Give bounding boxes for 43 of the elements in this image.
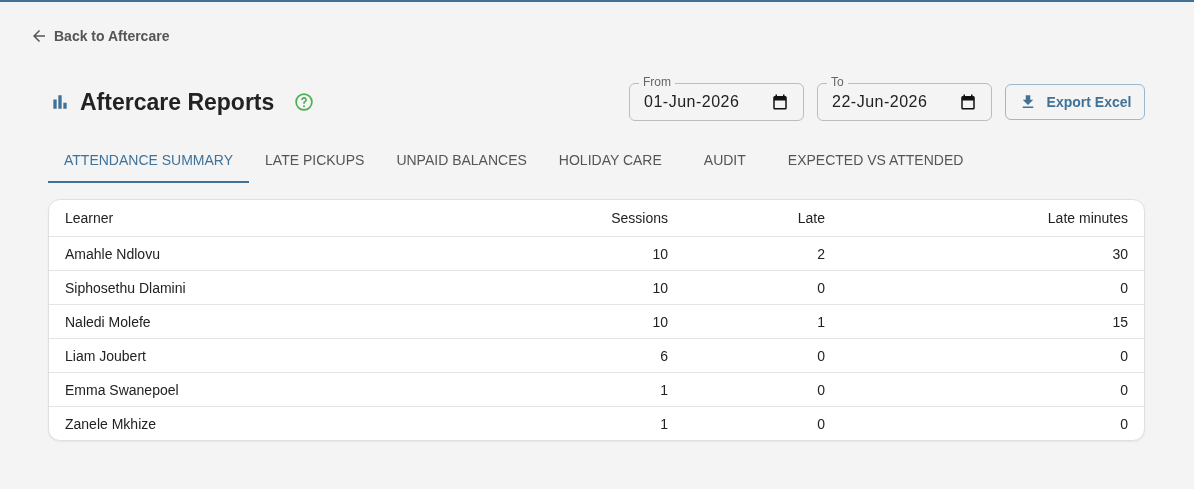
table-cell-text: Liam Joubert	[65, 347, 147, 364]
table-cell-text: 0	[1119, 347, 1128, 364]
calendar-icon	[959, 93, 977, 111]
table-cell-text: 10	[651, 313, 668, 330]
table-cell-text: Emma Swanepoel	[65, 381, 180, 398]
column-header: Late minutes	[1046, 210, 1128, 226]
column-header: Sessions	[610, 210, 668, 226]
field-label: From	[639, 75, 675, 89]
table-cell-text: Naledi Molefe	[65, 313, 152, 330]
table-cell-text: 15	[1111, 313, 1128, 330]
tab[interactable]: AUDIT	[687, 141, 762, 183]
table-cell-text: 6	[659, 347, 668, 364]
tab[interactable]: ATTENDANCE SUMMARY	[48, 141, 250, 183]
table-cell-text: 0	[816, 347, 825, 364]
table-cell-text: 1	[816, 313, 825, 330]
table-cell-text: Zanele Mkhize	[65, 415, 158, 432]
table-cell-text: 0	[816, 279, 825, 296]
bar-chart-icon	[50, 92, 70, 112]
tab[interactable]: EXPECTED VS ATTENDED	[771, 141, 980, 183]
back-link[interactable]: Back to Aftercare	[30, 27, 170, 45]
field-label: To	[827, 75, 848, 89]
table-cell-text: 1	[659, 415, 668, 432]
table-cell-text: 10	[651, 279, 668, 296]
table-cell-text: 30	[1111, 245, 1128, 262]
table-cell-text: 2	[816, 245, 825, 262]
table-cell-text: 1	[659, 381, 668, 398]
table-cell-text: 0	[816, 415, 825, 432]
table-cell-text: Amahle Ndlovu	[65, 245, 161, 262]
page-title: Aftercare Reports	[80, 88, 275, 116]
table-cell-text: 0	[1119, 415, 1128, 432]
column-header: Learner	[65, 210, 115, 226]
tab[interactable]: HOLIDAY CARE	[542, 141, 678, 183]
export-button[interactable]: Export Excel	[1005, 84, 1145, 120]
calendar-icon	[771, 93, 789, 111]
table-cell-text: 10	[651, 245, 668, 262]
column-header: Late	[796, 210, 825, 226]
table-cell-text: 0	[816, 381, 825, 398]
tab[interactable]: LATE PICKUPS	[249, 141, 381, 183]
tab[interactable]: UNPAID BALANCES	[380, 141, 543, 183]
table-cell-text: 0	[1119, 279, 1128, 296]
help-icon	[294, 92, 315, 112]
table-cell-text: 0	[1119, 381, 1128, 398]
table-cell-text: Siphosethu Dlamini	[65, 279, 187, 296]
